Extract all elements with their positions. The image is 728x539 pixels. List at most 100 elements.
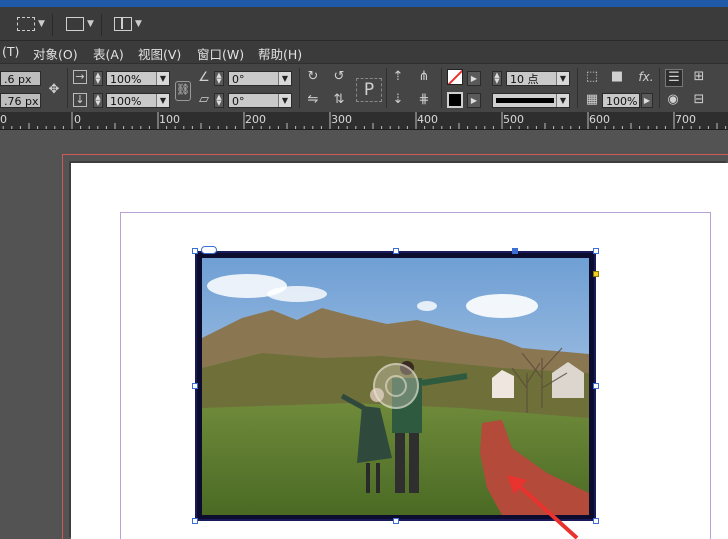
p-glyph: P	[363, 80, 375, 100]
chevron-down-icon: ▼	[156, 72, 169, 85]
ruler-label: 300	[331, 113, 352, 126]
red-pointer-arrow-icon	[507, 475, 579, 539]
chevron-down-icon: ▼	[278, 72, 291, 85]
stroke-weight-stepper[interactable]: ▲ ▼	[492, 71, 502, 86]
fill-swatch-menu[interactable]: ▶	[467, 71, 481, 86]
text-wrap-object-shape-icon[interactable]: ◉	[665, 92, 681, 108]
stroke-type-preview	[496, 98, 554, 103]
ruler-label: 400	[417, 113, 438, 126]
shear-angle-icon: ▱	[199, 92, 209, 107]
ruler-ticks	[2, 112, 727, 129]
ruler-label: 0	[0, 113, 7, 126]
scale-y-stepper[interactable]: ▲ ▼	[93, 93, 103, 108]
scale-x-dropdown[interactable]: 100% ▼	[106, 71, 170, 86]
text-wrap-bounding-box-icon[interactable]: ⊞	[691, 69, 707, 85]
resize-handle-middle-left[interactable]	[192, 383, 198, 389]
chevron-down-icon: ▼	[135, 19, 142, 29]
y-position-field[interactable]: .76 px	[0, 93, 41, 108]
arrange-documents-icon	[114, 17, 132, 31]
flip-indicator-p-icon: P	[356, 78, 382, 102]
select-container-icon[interactable]: ⇡	[390, 69, 406, 85]
film-strip-icon	[17, 17, 35, 31]
ruler-label: 600	[589, 113, 610, 126]
panel-divider	[577, 68, 578, 108]
text-wrap-none-icon[interactable]: ☰	[665, 69, 683, 87]
resize-handle-bottom-center[interactable]	[393, 518, 399, 524]
menu-object[interactable]: 对象(O)	[33, 44, 78, 63]
reference-point-icon[interactable]: ✥	[46, 82, 62, 98]
panel-divider	[299, 68, 300, 108]
link-badge-icon[interactable]	[201, 246, 217, 254]
chevron-down-icon: ▼	[278, 94, 291, 107]
shear-angle-value: 0°	[232, 95, 245, 108]
panel-divider	[386, 68, 387, 108]
scale-x-icon: →	[73, 70, 87, 84]
stroke-swatch[interactable]	[447, 92, 463, 108]
scale-y-icon: ↓	[73, 93, 87, 107]
panel-divider	[441, 68, 442, 108]
shear-stepper[interactable]: ▲ ▼	[214, 93, 224, 108]
select-next-object-icon[interactable]: ⋕	[416, 92, 432, 108]
chevron-down-icon: ▼	[38, 19, 45, 29]
constrain-proportions-icon[interactable]: ⛓	[175, 81, 191, 101]
ruler-label: 500	[503, 113, 524, 126]
menu-view[interactable]: 视图(V)	[138, 44, 181, 63]
arrange-documents-button[interactable]: ▼	[114, 15, 142, 33]
drop-shadow-icon[interactable]: ⬚	[584, 69, 600, 85]
shadow-swatch-icon[interactable]: ■	[609, 69, 625, 85]
opacity-slider-button[interactable]: ▶	[641, 93, 653, 108]
x-position-field[interactable]: .6 px	[0, 71, 41, 86]
chevron-down-icon: ▼	[156, 94, 169, 107]
menu-table[interactable]: 表(A)	[93, 44, 124, 63]
live-corners-handle[interactable]	[593, 271, 599, 277]
shear-angle-dropdown[interactable]: 0° ▼	[228, 93, 292, 108]
panel-divider	[67, 68, 68, 108]
resize-handle-bottom-left[interactable]	[192, 518, 198, 524]
stroke-type-dropdown[interactable]: ▼	[492, 93, 570, 108]
fill-swatch[interactable]	[447, 69, 463, 85]
menu-help[interactable]: 帮助(H)	[258, 44, 302, 63]
stroke-weight-value: 10 点	[510, 73, 539, 86]
text-wrap-jump-object-icon[interactable]: ⊟	[691, 92, 707, 108]
resize-handle-top-right[interactable]	[593, 248, 599, 254]
horizontal-ruler[interactable]: 0 0 100 200 300 400 500 600 700	[0, 112, 728, 130]
scale-x-stepper[interactable]: ▲ ▼	[93, 71, 103, 86]
scale-x-value: 100%	[110, 73, 142, 86]
toolbar-divider	[52, 14, 53, 36]
stroke-swatch-menu[interactable]: ▶	[467, 93, 481, 108]
content-grabber-icon[interactable]	[373, 363, 419, 409]
rotate-clockwise-icon[interactable]: ↻	[305, 69, 321, 85]
rotate-counterclockwise-icon[interactable]: ↺	[331, 69, 347, 85]
resize-handle-top-center[interactable]	[393, 248, 399, 254]
frame-edit-handle[interactable]	[512, 248, 518, 254]
resize-handle-middle-right[interactable]	[593, 383, 599, 389]
menu-type[interactable]: (T)	[2, 44, 19, 59]
menu-window[interactable]: 窗口(W)	[197, 44, 244, 63]
flip-vertical-icon[interactable]: ⇅	[331, 92, 347, 108]
flip-horizontal-icon[interactable]: ⇋	[305, 92, 321, 108]
resize-handle-top-left[interactable]	[192, 248, 198, 254]
ruler-label: 100	[159, 113, 180, 126]
resize-handle-bottom-right[interactable]	[593, 518, 599, 524]
select-previous-object-icon[interactable]: ⋔	[416, 69, 432, 85]
panel-divider	[659, 68, 660, 108]
opacity-checker-icon: ▦	[585, 92, 599, 107]
select-content-icon[interactable]: ⇣	[390, 92, 406, 108]
opacity-value: 100%	[606, 95, 638, 108]
screen-mode-icon	[66, 17, 84, 31]
opacity-field[interactable]: 100%	[602, 93, 640, 108]
view-options-button[interactable]: ▼	[17, 15, 45, 33]
scale-y-value: 100%	[110, 95, 142, 108]
stroke-weight-dropdown[interactable]: 10 点 ▼	[506, 71, 570, 86]
screen-mode-button[interactable]: ▼	[66, 15, 94, 33]
effects-fx-icon[interactable]: fx.	[635, 69, 657, 85]
rotate-angle-icon: ∠	[198, 70, 210, 85]
rotate-stepper[interactable]: ▲ ▼	[214, 71, 224, 86]
application-bar: ▼ ▼ ▼	[0, 7, 728, 41]
chevron-down-icon: ▼	[556, 94, 569, 107]
ruler-label: 700	[675, 113, 696, 126]
scale-y-dropdown[interactable]: 100% ▼	[106, 93, 170, 108]
control-panel: .6 px .76 px ✥ → ▲ ▼ 100% ▼ ↓ ▲ ▼ 100% ▼ ⛓…	[0, 63, 728, 113]
toolbar-divider	[101, 14, 102, 36]
rotate-angle-dropdown[interactable]: 0° ▼	[228, 71, 292, 86]
